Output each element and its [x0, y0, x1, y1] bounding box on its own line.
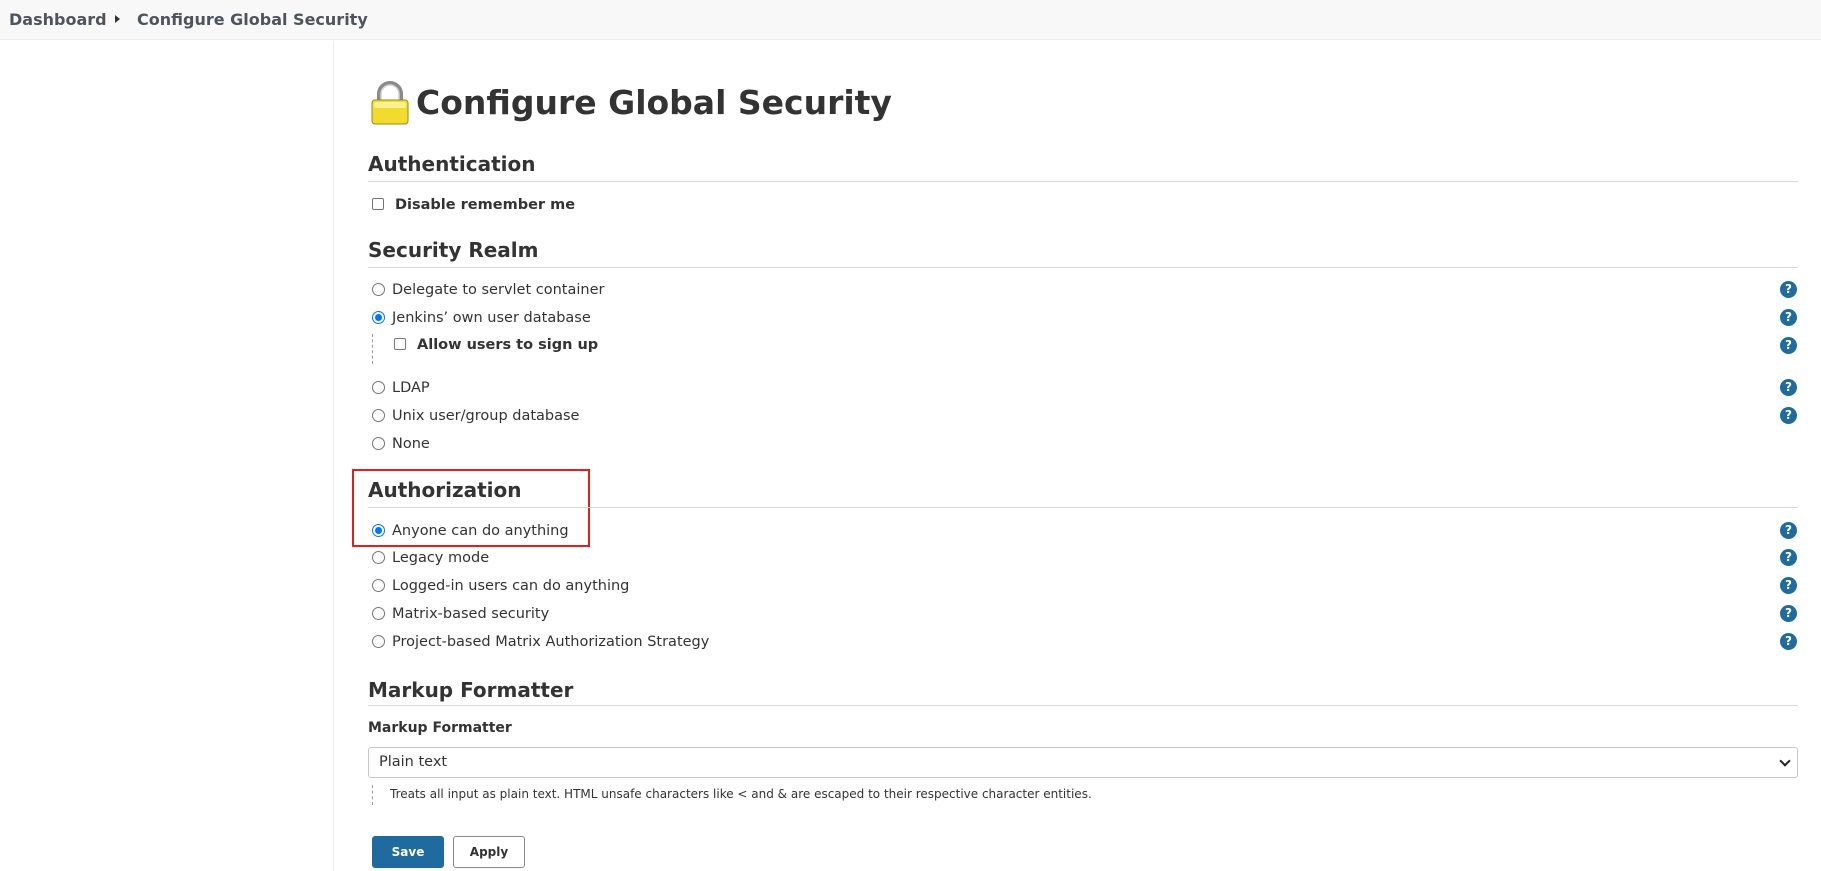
- realm-option-label[interactable]: Unix user/group database: [392, 406, 579, 426]
- divider: [368, 705, 1798, 706]
- radio-button[interactable]: [372, 381, 385, 394]
- help-icon[interactable]: ?: [1780, 407, 1797, 424]
- disable-remember-me-checkbox[interactable]: [372, 198, 384, 210]
- disable-remember-me-label[interactable]: Disable remember me: [395, 195, 575, 215]
- chevron-down-icon: [1779, 755, 1791, 767]
- save-button[interactable]: Save: [372, 836, 444, 868]
- radio-button[interactable]: [372, 579, 385, 592]
- help-icon[interactable]: ?: [1780, 309, 1797, 326]
- authz-option-label[interactable]: Project-based Matrix Authorization Strat…: [392, 632, 709, 652]
- section-title-markup-formatter: Markup Formatter: [368, 678, 574, 702]
- authz-option-label[interactable]: Matrix-based security: [392, 604, 549, 624]
- breadcrumb-dashboard[interactable]: Dashboard: [9, 10, 107, 29]
- page-title: Configure Global Security: [416, 83, 892, 122]
- help-icon[interactable]: ?: [1780, 337, 1797, 354]
- section-title-security-realm: Security Realm: [368, 238, 539, 262]
- lock-icon: [371, 81, 409, 125]
- radio-button[interactable]: [372, 551, 385, 564]
- help-icon[interactable]: ?: [1780, 522, 1797, 539]
- breadcrumb: Dashboard Configure Global Security: [0, 0, 1821, 40]
- main-panel: Configure Global Security Authentication…: [352, 41, 1798, 871]
- help-icon[interactable]: ?: [1780, 379, 1797, 396]
- realm-option-label[interactable]: Jenkins’ own user database: [392, 308, 591, 328]
- authz-option-label[interactable]: Legacy mode: [392, 548, 489, 568]
- markup-formatter-selected-value: Plain text: [379, 754, 448, 770]
- help-icon[interactable]: ?: [1780, 577, 1797, 594]
- realm-option-label[interactable]: LDAP: [392, 378, 430, 398]
- markup-formatter-description: Treats all input as plain text. HTML uns…: [390, 787, 1092, 801]
- allow-signup-checkbox[interactable]: [394, 338, 406, 350]
- realm-option-label[interactable]: None: [392, 434, 430, 454]
- authz-option-label[interactable]: Logged-in users can do anything: [392, 576, 629, 596]
- radio-button[interactable]: [372, 283, 385, 296]
- section-title-authentication: Authentication: [368, 152, 536, 176]
- radio-button-selected[interactable]: [372, 311, 385, 324]
- chevron-right-icon[interactable]: [115, 15, 120, 23]
- divider: [368, 267, 1798, 268]
- realm-option-label[interactable]: Delegate to servlet container: [392, 280, 604, 300]
- help-icon[interactable]: ?: [1780, 605, 1797, 622]
- divider: [368, 507, 1798, 508]
- allow-signup-label[interactable]: Allow users to sign up: [417, 335, 598, 355]
- radio-button[interactable]: [372, 607, 385, 620]
- radio-button[interactable]: [372, 437, 385, 450]
- authz-option-label[interactable]: Anyone can do anything: [392, 521, 569, 541]
- markup-formatter-label: Markup Formatter: [368, 720, 512, 736]
- divider: [368, 181, 1798, 182]
- breadcrumb-current[interactable]: Configure Global Security: [137, 10, 368, 29]
- markup-formatter-select[interactable]: Plain text: [368, 747, 1798, 778]
- side-panel: [0, 41, 334, 871]
- radio-button-selected[interactable]: [372, 524, 385, 537]
- apply-button[interactable]: Apply: [453, 836, 525, 868]
- help-icon[interactable]: ?: [1780, 281, 1797, 298]
- help-icon[interactable]: ?: [1780, 633, 1797, 650]
- radio-button[interactable]: [372, 635, 385, 648]
- help-icon[interactable]: ?: [1780, 549, 1797, 566]
- nested-indicator: [372, 785, 373, 805]
- radio-button[interactable]: [372, 409, 385, 422]
- nested-indicator: [372, 334, 373, 364]
- section-title-authorization: Authorization: [368, 478, 522, 502]
